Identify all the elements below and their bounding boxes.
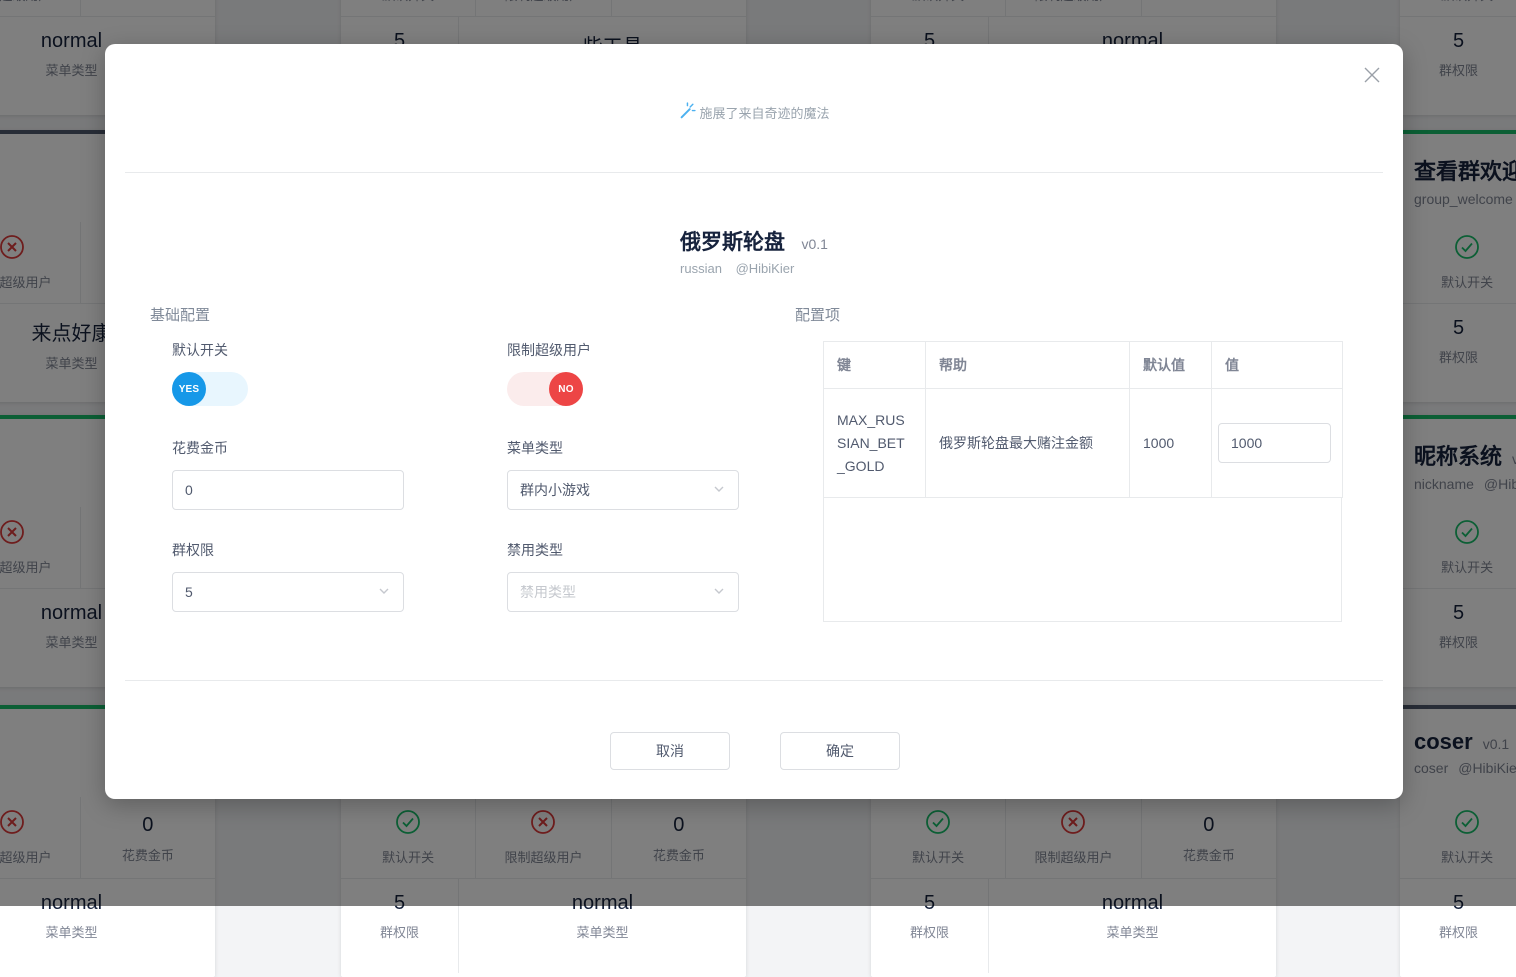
confirm-button[interactable]: 确定 <box>780 732 900 770</box>
plugin-version: v0.1 <box>801 236 827 252</box>
menu-type-label: 菜单类型 <box>507 438 739 458</box>
bottom-label: 群权限 <box>380 922 419 941</box>
group-level-label: 群权限 <box>172 540 404 560</box>
column-header-help: 帮助 <box>926 342 1130 389</box>
group-level-select[interactable]: 5 <box>172 572 404 612</box>
menu-type-value: 群内小游戏 <box>520 480 590 500</box>
menu-type-select[interactable]: 群内小游戏 <box>507 470 739 510</box>
plugin-module: russian <box>680 261 722 276</box>
bottom-label: 群权限 <box>1439 922 1478 941</box>
table-empty-area <box>823 498 1342 622</box>
config-items-table: 键 帮助 默认值 值 MAX_RUSSIAN_BET_GOLD 俄罗斯轮盘最大赌… <box>823 341 1342 622</box>
config-key-cell: MAX_RUSSIAN_BET_GOLD <box>824 389 926 498</box>
default-switch-label: 默认开关 <box>172 340 404 360</box>
header-divider <box>125 172 1383 173</box>
chevron-down-icon <box>712 482 726 499</box>
plugin-header: 俄罗斯轮盘 v0.1 russian @HibiKier <box>105 226 1403 278</box>
config-default-cell: 1000 <box>1130 389 1212 498</box>
close-icon[interactable] <box>1361 64 1383 86</box>
cost-gold-label: 花费金币 <box>172 438 404 458</box>
config-help-cell: 俄罗斯轮盘最大赌注金额 <box>926 389 1130 498</box>
config-value-input[interactable] <box>1218 423 1331 463</box>
bottom-label: 菜单类型 <box>1106 922 1158 941</box>
column-header-value: 值 <box>1212 342 1343 389</box>
block-type-select[interactable]: 禁用类型 <box>507 572 739 612</box>
bottom-label: 群权限 <box>910 922 949 941</box>
default-switch-knob: YES <box>172 372 206 406</box>
section-config-items: 配置项 <box>795 304 840 325</box>
chevron-down-icon <box>377 584 391 601</box>
table-row: MAX_RUSSIAN_BET_GOLD 俄罗斯轮盘最大赌注金额 1000 <box>824 389 1343 498</box>
chevron-down-icon <box>712 584 726 601</box>
plugin-title: 俄罗斯轮盘 <box>680 231 785 254</box>
plugin-settings-modal: 施展了来自奇迹的魔法 俄罗斯轮盘 v0.1 russian @HibiKier … <box>105 44 1403 799</box>
limit-superuser-knob: NO <box>549 372 583 406</box>
bottom-label: 菜单类型 <box>45 922 97 941</box>
section-basic-config: 基础配置 <box>150 304 210 325</box>
column-header-default: 默认值 <box>1130 342 1212 389</box>
cost-gold-input[interactable] <box>172 470 404 510</box>
magic-wand-icon <box>678 102 696 123</box>
column-header-key: 键 <box>824 342 926 389</box>
block-type-label: 禁用类型 <box>507 540 739 560</box>
magic-text: 施展了来自奇迹的魔法 <box>699 103 829 122</box>
plugin-author: @HibiKier <box>736 261 795 276</box>
cancel-button[interactable]: 取消 <box>610 732 730 770</box>
magic-banner: 施展了来自奇迹的魔法 <box>105 102 1403 123</box>
footer-divider <box>125 680 1383 681</box>
default-switch-toggle[interactable]: YES <box>172 372 248 406</box>
bottom-label: 菜单类型 <box>576 922 628 941</box>
limit-superuser-toggle[interactable]: NO <box>507 372 583 406</box>
group-level-value: 5 <box>185 584 193 600</box>
block-type-placeholder: 禁用类型 <box>520 582 576 602</box>
limit-superuser-label: 限制超级用户 <box>507 340 739 360</box>
